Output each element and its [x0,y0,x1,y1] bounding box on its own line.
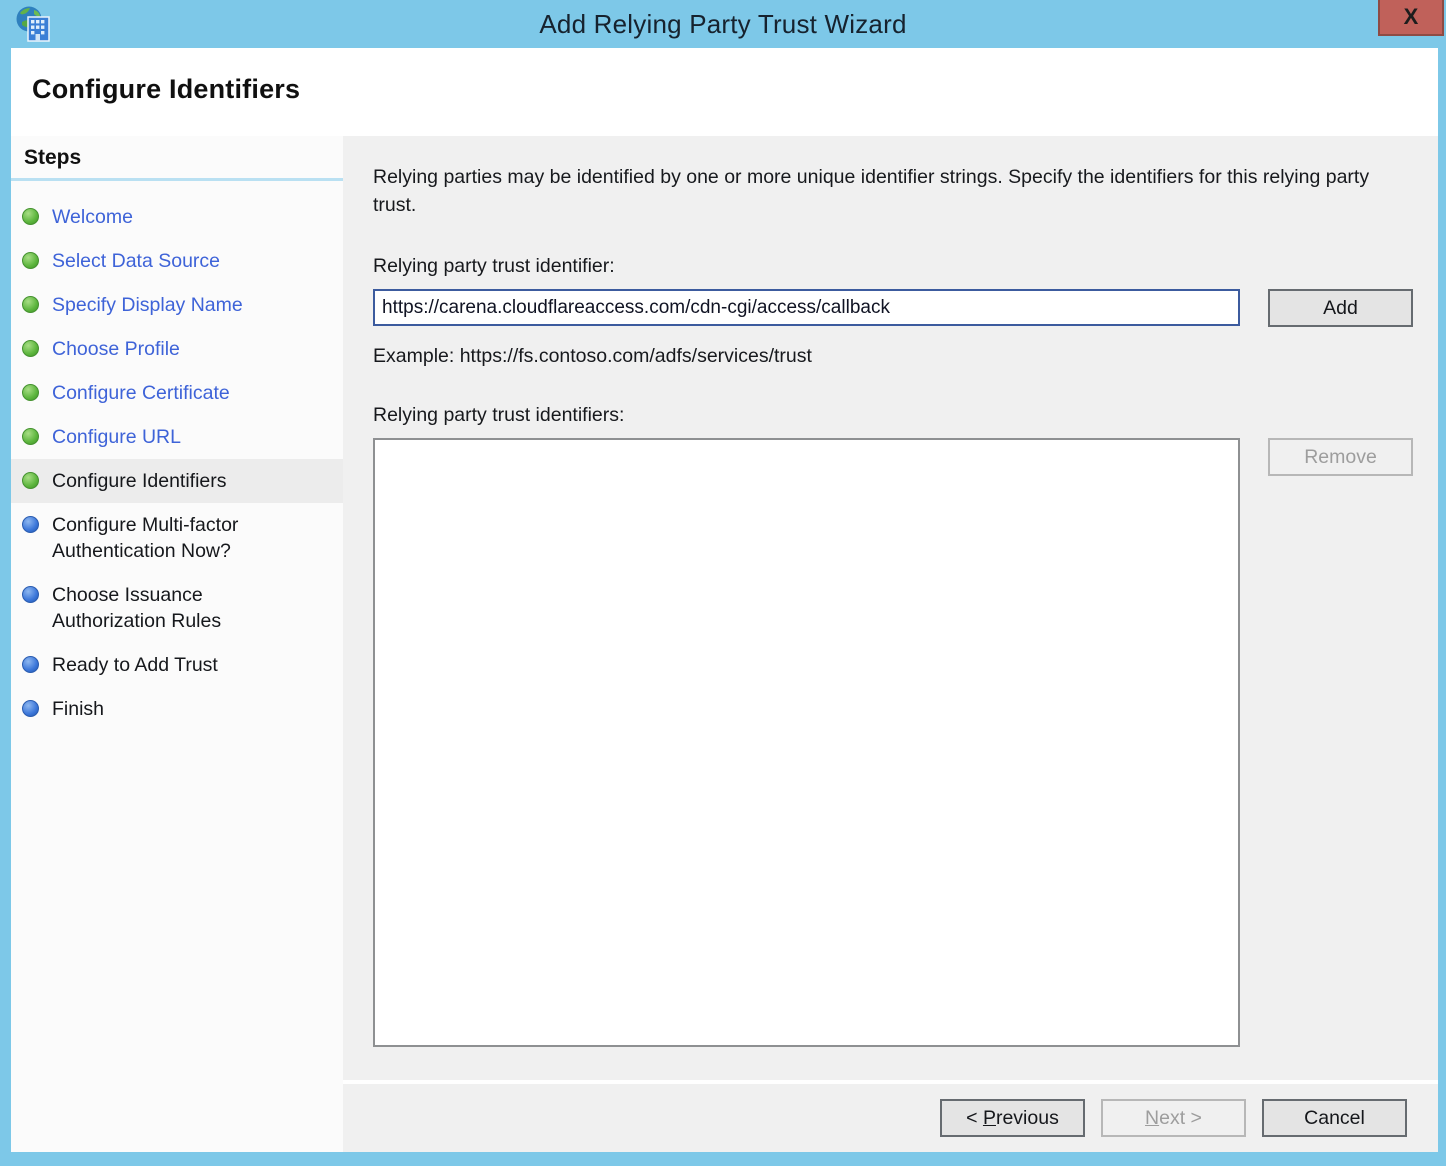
adfs-app-icon [14,4,54,44]
page-title: Configure Identifiers [11,48,1438,105]
step-label: Welcome [52,204,133,230]
step-status-icon [22,296,39,313]
step-status-icon [22,586,39,603]
step-label: Configure URL [52,424,181,450]
step-label: Configure Identifiers [52,468,227,494]
identifier-label: Relying party trust identifier: [373,255,1413,278]
page-header: Configure Identifiers [11,48,1438,136]
sidebar-step-item: Configure Identifiers [11,459,343,503]
step-status-icon [22,208,39,225]
steps-list: Welcome Select Data Source Specify Displ… [11,181,343,731]
intro-text: Relying parties may be identified by one… [373,163,1408,219]
close-icon: X [1404,4,1419,30]
main-panel: Relying parties may be identified by one… [343,136,1438,1080]
steps-heading: Steps [11,136,343,181]
step-status-icon [22,428,39,445]
previous-accel: P [983,1107,996,1129]
step-label: Configure Certificate [52,380,230,406]
step-label: Choose Profile [52,336,180,362]
step-status-icon [22,516,39,533]
next-button[interactable]: Next > [1101,1099,1246,1137]
sidebar-step-item[interactable]: Configure Certificate [11,371,343,415]
step-status-icon [22,656,39,673]
step-label: Configure Multi-factor Authentication No… [52,512,302,564]
step-label: Ready to Add Trust [52,652,218,678]
next-accel: N [1145,1107,1159,1129]
step-label: Finish [52,696,104,722]
step-label: Choose Issuance Authorization Rules [52,582,302,634]
step-label: Specify Display Name [52,292,243,318]
step-status-icon [22,340,39,357]
close-button[interactable]: X [1378,0,1444,36]
wizard-window: Add Relying Party Trust Wizard X Configu… [0,0,1446,1166]
sidebar-step-item[interactable]: Choose Profile [11,327,343,371]
example-text: Example: https://fs.contoso.com/adfs/ser… [373,345,1413,368]
remove-button[interactable]: Remove [1268,438,1413,476]
add-button[interactable]: Add [1268,289,1413,327]
sidebar-step-item[interactable]: Configure URL [11,415,343,459]
sidebar-step-item: Choose Issuance Authorization Rules [11,573,343,643]
next-rest: ext > [1159,1107,1202,1129]
identifiers-list-label: Relying party trust identifiers: [373,404,1413,427]
sidebar-step-item[interactable]: Select Data Source [11,239,343,283]
step-label: Select Data Source [52,248,220,274]
identifier-input[interactable] [373,289,1240,326]
step-status-icon [22,384,39,401]
dialog-body: Configure Identifiers Steps Welcome Sele… [11,48,1438,1152]
cancel-button[interactable]: Cancel [1262,1099,1407,1137]
window-title: Add Relying Party Trust Wizard [539,9,906,40]
titlebar: Add Relying Party Trust Wizard X [0,0,1446,48]
steps-sidebar: Steps Welcome Select Data Source Specify… [11,136,343,1152]
previous-label: < [966,1107,983,1129]
previous-rest: revious [996,1107,1059,1129]
sidebar-step-item[interactable]: Specify Display Name [11,283,343,327]
previous-button[interactable]: < Previous [940,1099,1085,1137]
sidebar-step-item: Finish [11,687,343,731]
sidebar-step-item: Configure Multi-factor Authentication No… [11,503,343,573]
step-status-icon [22,252,39,269]
sidebar-step-item[interactable]: Welcome [11,195,343,239]
identifiers-listbox[interactable] [373,438,1240,1047]
step-status-icon [22,700,39,717]
sidebar-step-item: Ready to Add Trust [11,643,343,687]
footer-bar: < Previous Next > Cancel [343,1080,1438,1152]
step-status-icon [22,472,39,489]
